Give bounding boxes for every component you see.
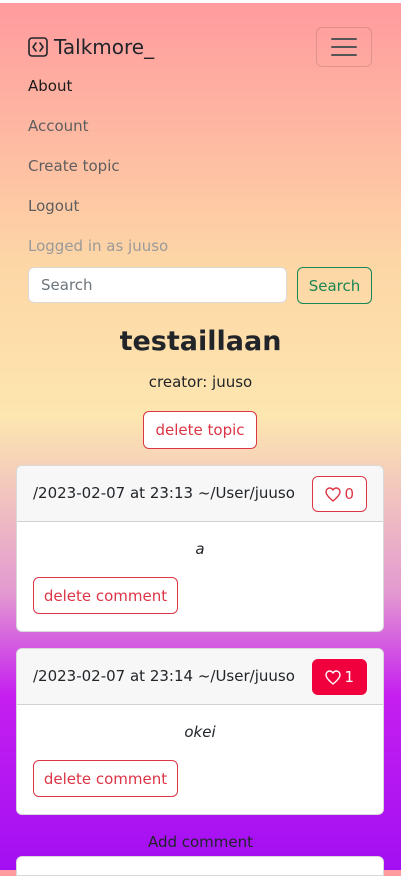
comment-textarea[interactable]	[16, 856, 384, 876]
search-button[interactable]: Search	[297, 267, 372, 304]
delete-comment-button[interactable]: delete comment	[33, 760, 178, 797]
comment-header: /2023-02-07 at 23:14 ~/User/juuso 1	[17, 649, 383, 705]
menu-toggle-button[interactable]	[316, 27, 372, 67]
comment-text: a	[195, 540, 205, 558]
top-line	[0, 0, 401, 3]
add-comment-label: Add comment	[147, 833, 254, 851]
topic-creator: creator: juuso	[148, 373, 253, 391]
nav-item-create-topic[interactable]: Create topic	[28, 157, 120, 175]
comment-card: /2023-02-07 at 23:14 ~/User/juuso 1 okei…	[16, 648, 384, 815]
like-count: 1	[344, 668, 354, 686]
comment-meta: /2023-02-07 at 23:13 ~/User/juuso	[33, 484, 295, 502]
nav-item-logout[interactable]: Logout	[28, 197, 79, 215]
comment-text: okei	[184, 723, 216, 741]
like-button[interactable]: 1	[312, 659, 367, 695]
delete-comment-button[interactable]: delete comment	[33, 577, 178, 614]
brand-link[interactable]: Talkmore_	[28, 35, 154, 59]
heart-icon	[325, 669, 342, 685]
comment-meta: /2023-02-07 at 23:14 ~/User/juuso	[33, 667, 295, 685]
heart-icon	[325, 486, 342, 502]
code-icon	[28, 37, 48, 57]
hamburger-icon	[331, 38, 357, 56]
brand-name: Talkmore_	[54, 35, 155, 59]
comment-card: /2023-02-07 at 23:13 ~/User/juuso 0 a de…	[16, 465, 384, 632]
delete-topic-button[interactable]: delete topic	[143, 411, 257, 449]
like-button[interactable]: 0	[312, 476, 367, 512]
topic-title: testaillaan	[119, 326, 282, 357]
like-count: 0	[344, 485, 354, 503]
nav-item-about[interactable]: About	[28, 77, 72, 95]
comment-header: /2023-02-07 at 23:13 ~/User/juuso 0	[17, 466, 383, 522]
search-placeholder: Search	[41, 276, 93, 294]
logged-in-text: Logged in as juuso	[28, 237, 169, 255]
search-input[interactable]: Search	[28, 267, 287, 303]
nav-item-account[interactable]: Account	[28, 117, 89, 135]
